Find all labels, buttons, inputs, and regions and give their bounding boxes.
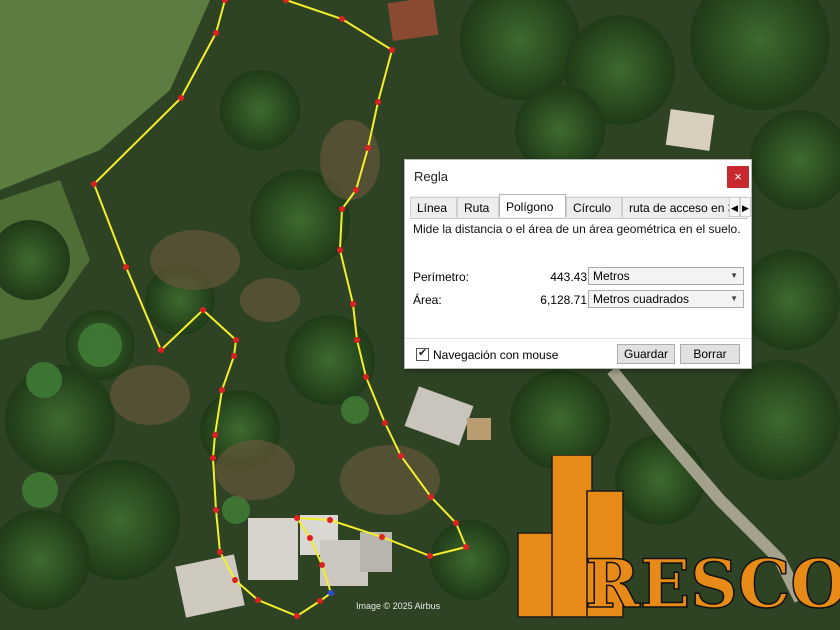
polygon-vertex[interactable] — [353, 187, 359, 193]
polygon-vertex[interactable] — [317, 598, 323, 604]
polygon-vertex[interactable] — [354, 337, 360, 343]
polygon-vertex[interactable] — [217, 549, 223, 555]
tab-scroll-right[interactable]: ▶ — [740, 197, 751, 217]
polygon-vertex[interactable] — [365, 145, 371, 151]
mouse-navigation-label: Navegación con mouse — [433, 348, 559, 362]
polygon-vertex[interactable] — [233, 337, 239, 343]
area-label: Área: — [413, 293, 442, 307]
polygon-vertex[interactable] — [327, 517, 333, 523]
polygon-vertex[interactable] — [382, 420, 388, 426]
polygon-vertex[interactable] — [123, 264, 129, 270]
current-point-marker — [328, 590, 334, 596]
tab-poligono[interactable]: Polígono — [499, 194, 566, 217]
tab-ruta-3d[interactable]: ruta de acceso en 3D — [622, 197, 733, 217]
tab-bar: Línea Ruta Polígono Círculo ruta de acce… — [410, 194, 751, 219]
polygon-vertex[interactable] — [178, 95, 184, 101]
polygon-vertex[interactable] — [339, 206, 345, 212]
polygon-vertex[interactable] — [319, 562, 325, 568]
polygon-vertex[interactable] — [212, 432, 218, 438]
chevron-down-icon: ▼ — [730, 271, 738, 280]
polygon-vertex[interactable] — [219, 387, 225, 393]
perimeter-unit: Metros — [593, 269, 630, 283]
mouse-navigation-toggle[interactable]: ✔ Navegación con mouse — [416, 347, 559, 362]
mouse-navigation-checkbox[interactable]: ✔ — [416, 347, 429, 361]
polygon-vertex[interactable] — [231, 353, 237, 359]
polygon-vertex[interactable] — [463, 544, 469, 550]
perimeter-label: Perímetro: — [413, 270, 470, 284]
tab-circulo[interactable]: Círculo — [566, 197, 622, 217]
polygon-vertex[interactable] — [379, 534, 385, 540]
tab-ruta[interactable]: Ruta — [457, 197, 499, 217]
polygon-vertex[interactable] — [375, 99, 381, 105]
dialog-title-bar[interactable]: Regla × — [405, 160, 751, 193]
polygon-vertex[interactable] — [232, 577, 238, 583]
polygon-vertex[interactable] — [213, 507, 219, 513]
polygon-vertex[interactable] — [307, 535, 313, 541]
close-icon: × — [734, 169, 742, 184]
footer-divider — [405, 338, 751, 339]
polygon-vertex[interactable] — [389, 47, 395, 53]
ruler-dialog: Regla × Línea Ruta Polígono Círculo ruta… — [404, 159, 752, 369]
map-attribution: Image © 2025 Airbus — [356, 601, 441, 611]
clear-button[interactable]: Borrar — [680, 344, 740, 364]
logo-text: RESCOM — [585, 545, 840, 620]
dialog-title: Regla — [414, 169, 448, 184]
rescom-logo: RESCOM — [517, 455, 840, 620]
polygon-vertex[interactable] — [255, 597, 261, 603]
polygon-vertex[interactable] — [200, 307, 206, 313]
polygon-vertex[interactable] — [158, 347, 164, 353]
polygon-vertex[interactable] — [453, 520, 459, 526]
polygon-vertex[interactable] — [294, 613, 300, 619]
polygon-vertex[interactable] — [91, 181, 97, 187]
polygon-vertex[interactable] — [339, 16, 345, 22]
polygon-vertex[interactable] — [294, 515, 300, 521]
area-unit: Metros cuadrados — [593, 292, 690, 306]
chevron-right-icon: ▶ — [742, 203, 749, 213]
polygon-vertex[interactable] — [350, 301, 356, 307]
tool-description: Mide la distancia o el área de un área g… — [413, 222, 741, 236]
tab-scroll-left[interactable]: ◀ — [729, 197, 740, 217]
polygon-vertex[interactable] — [337, 247, 343, 253]
polygon-vertex[interactable] — [213, 30, 219, 36]
polygon-vertex[interactable] — [363, 374, 369, 380]
area-value: 6,128.71 — [540, 293, 587, 307]
polygon-vertex[interactable] — [210, 455, 216, 461]
polygon-vertex[interactable] — [427, 553, 433, 559]
polygon-vertex[interactable] — [398, 453, 404, 459]
polygon-vertex[interactable] — [428, 494, 434, 500]
area-unit-select[interactable]: Metros cuadrados ▼ — [588, 290, 744, 308]
save-button[interactable]: Guardar — [617, 344, 675, 364]
close-button[interactable]: × — [727, 166, 749, 188]
perimeter-unit-select[interactable]: Metros ▼ — [588, 267, 744, 285]
perimeter-value: 443.43 — [550, 270, 587, 284]
chevron-down-icon: ▼ — [730, 294, 738, 303]
tab-linea[interactable]: Línea — [410, 197, 457, 217]
checkmark-icon: ✔ — [418, 347, 428, 359]
chevron-left-icon: ◀ — [731, 203, 738, 213]
